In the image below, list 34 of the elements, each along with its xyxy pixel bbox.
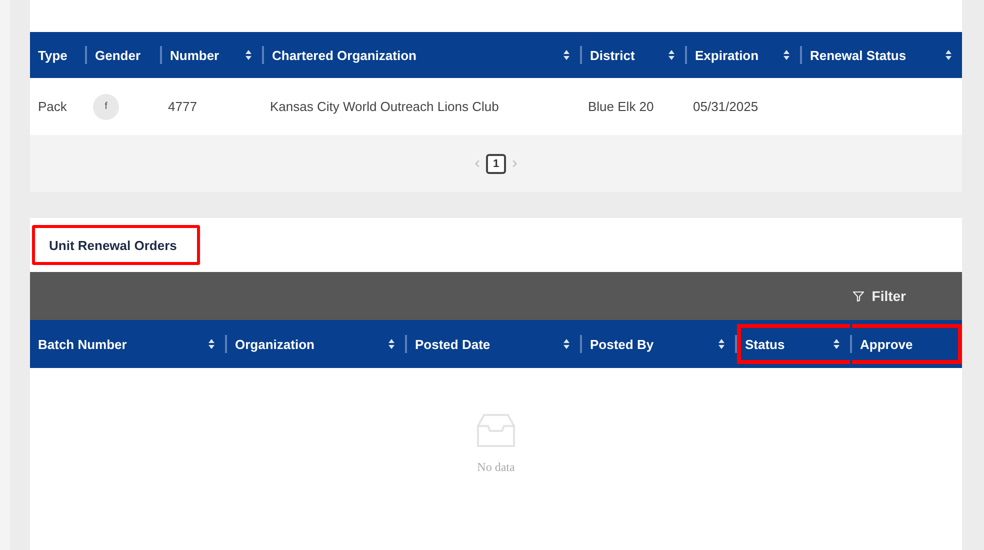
filter-button[interactable]: Filter: [848, 286, 910, 306]
sort-icon[interactable]: [245, 49, 252, 61]
filter-icon: [852, 290, 864, 302]
table-cell: Kansas City World Outreach Lions Club: [270, 99, 499, 114]
column-header[interactable]: Gender: [87, 32, 160, 78]
gender-badge: f: [93, 94, 119, 120]
column-header[interactable]: Number: [162, 32, 262, 78]
column-header[interactable]: Expiration: [687, 32, 800, 78]
column-header[interactable]: Renewal Status: [802, 32, 962, 78]
table-cell: Pack: [38, 99, 67, 114]
table-cell: 05/31/2025: [693, 99, 758, 114]
sort-icon[interactable]: [563, 338, 570, 350]
column-header[interactable]: Chartered Organization: [264, 32, 580, 78]
sort-icon[interactable]: [833, 338, 840, 350]
sort-icon[interactable]: [783, 49, 790, 61]
column-header[interactable]: Organization: [227, 324, 405, 364]
sort-icon[interactable]: [563, 49, 570, 61]
column-header[interactable]: Posted Date: [407, 324, 580, 364]
table-cell: Blue Elk 20: [588, 99, 654, 114]
empty-message: No data: [477, 460, 515, 475]
sort-icon[interactable]: [945, 49, 952, 61]
column-header[interactable]: Approve: [852, 324, 962, 364]
column-header[interactable]: District: [582, 32, 685, 78]
column-header[interactable]: Type: [30, 32, 85, 78]
column-header[interactable]: Status: [737, 324, 850, 364]
sort-icon[interactable]: [668, 49, 675, 61]
column-header[interactable]: Batch Number: [30, 324, 225, 364]
column-header[interactable]: Posted By: [582, 324, 735, 364]
sort-icon[interactable]: [208, 338, 215, 350]
sort-icon[interactable]: [718, 338, 725, 350]
page-button[interactable]: 1: [486, 154, 506, 174]
sort-icon[interactable]: [388, 338, 395, 350]
table-cell: 4777: [168, 99, 197, 114]
section-title: Unit Renewal Orders: [32, 225, 200, 265]
